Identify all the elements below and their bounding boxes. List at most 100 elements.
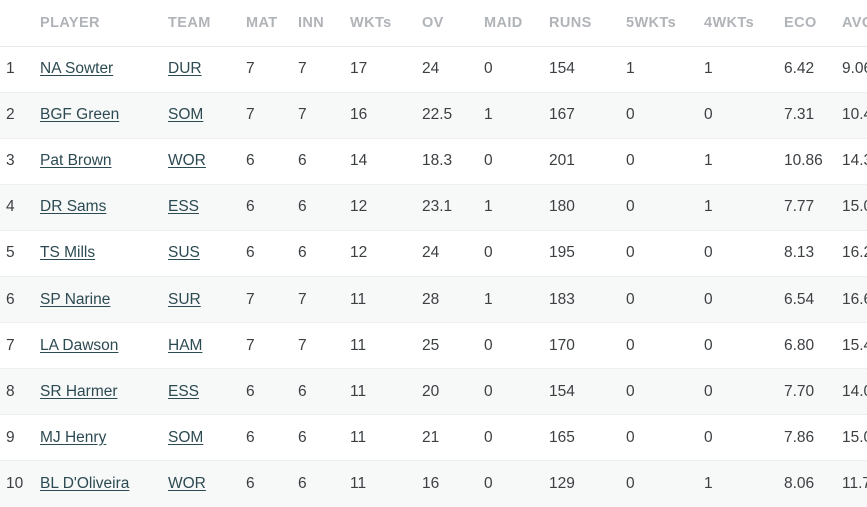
cell-runs: 154	[549, 368, 626, 416]
team-link[interactable]: ESS	[168, 383, 199, 400]
cell-eco: 7.31	[784, 92, 842, 139]
cell-ov: 24	[422, 46, 484, 93]
cell-avg: 15.45	[842, 322, 867, 370]
cell-fivew: 0	[626, 475, 635, 493]
table-row: 8SR HarmerESS6611200154007.7014.00	[0, 368, 867, 416]
cell-runs: 167	[549, 92, 626, 139]
cell-maid: 0	[484, 322, 549, 370]
cell-maid: 0	[484, 414, 549, 462]
table-row: 9MJ HenrySOM6611210165007.8615.00	[0, 414, 867, 462]
column-header-4wkts: 4WKTs	[704, 0, 784, 47]
cell-fivew: 0	[626, 230, 704, 277]
table-row: 4DR SamsESS661223.11180017.7715.00	[0, 184, 867, 231]
cell-inn: 6	[298, 368, 350, 416]
player-link[interactable]: SP Narine	[40, 291, 110, 308]
cell-player: NA Sowter	[40, 46, 168, 93]
cell-runs: 195	[549, 230, 626, 277]
cell-fivew: 1	[626, 46, 704, 93]
cell-ov: 24	[422, 230, 484, 277]
cell-fourw: 1	[704, 46, 784, 93]
player-link[interactable]: BL D'Oliveira	[40, 475, 129, 492]
cell-rank: 6	[0, 276, 40, 324]
player-link[interactable]: NA Sowter	[40, 60, 113, 77]
cell-mat: 7	[246, 322, 298, 370]
cell-runs: 180	[549, 184, 626, 231]
cell-inn: 6	[298, 414, 350, 462]
player-link[interactable]: TS Mills	[40, 244, 95, 261]
team-link[interactable]: HAM	[168, 337, 202, 354]
player-link[interactable]: LA Dawson	[40, 337, 118, 354]
team-link[interactable]: WOR	[168, 152, 206, 169]
cell-inn: 6	[298, 138, 350, 185]
cell-wkts: 12	[350, 230, 422, 277]
cell-inn: 7	[298, 276, 350, 324]
cell-avg: 15.00	[842, 414, 867, 462]
cell-fourw: 1	[704, 475, 713, 493]
player-link[interactable]: BGF Green	[40, 106, 119, 123]
cell-fourw: 0	[704, 230, 784, 277]
cell-fourw: 0	[704, 414, 784, 462]
cell-mat: 6	[246, 475, 255, 493]
cell-eco: 8.06	[784, 475, 815, 493]
table-row: 6SP NarineSUR7711281183006.5416.64	[0, 276, 867, 324]
cell-rank: 7	[0, 322, 40, 370]
player-link[interactable]: SR Harmer	[40, 383, 118, 400]
team-link[interactable]: SUS	[168, 244, 200, 261]
cell-team: SUS	[168, 230, 246, 277]
cell-team: DUR	[168, 46, 246, 93]
table-row: 7LA DawsonHAM7711250170006.8015.45	[0, 322, 867, 370]
cell-maid: 0	[484, 475, 493, 493]
player-link[interactable]: MJ Henry	[40, 429, 106, 446]
team-link[interactable]: ESS	[168, 198, 199, 215]
column-header-runs: RUNS	[549, 0, 626, 47]
cell-eco: 7.70	[784, 368, 842, 416]
cell-player: Pat Brown	[40, 138, 168, 185]
column-header-avg: AVG	[842, 0, 867, 47]
team-link[interactable]: DUR	[168, 60, 202, 77]
table-row: 10 BL D'Oliveira WOR 6 6 11 16 0 129 0 1 8.06 11.73	[0, 460, 867, 507]
cell-runs: 129	[549, 475, 575, 493]
cell-rank: 10	[6, 475, 24, 493]
cell-wkts: 14	[350, 138, 422, 185]
cell-player: BGF Green	[40, 92, 168, 139]
column-header-5wkts: 5WKTs	[626, 0, 704, 47]
cell-fivew: 0	[626, 138, 704, 185]
column-header-maid: MAID	[484, 0, 549, 47]
cell-fivew: 0	[626, 414, 704, 462]
cell-avg: 10.44	[842, 92, 867, 139]
table-row: 2BGF GreenSOM771622.51167007.3110.44	[0, 92, 867, 139]
player-link[interactable]: DR Sams	[40, 198, 106, 215]
column-header-ov: OV	[422, 0, 484, 47]
cell-wkts: 11	[350, 475, 367, 493]
cell-player: BL D'Oliveira	[40, 461, 168, 507]
cell-rank: 5	[0, 230, 40, 277]
team-link[interactable]: SOM	[168, 429, 203, 446]
cell-wkts: 11	[350, 368, 422, 416]
cell-team: ESS	[168, 184, 246, 231]
cell-rank: 3	[0, 138, 40, 185]
column-header-eco: ECO	[784, 0, 842, 47]
cell-fourw: 1	[704, 138, 784, 185]
cell-avg: 16.25	[842, 230, 867, 277]
team-link[interactable]: WOR	[168, 475, 206, 492]
player-link[interactable]: Pat Brown	[40, 152, 112, 169]
cell-wkts: 11	[350, 322, 422, 370]
cell-wkts: 12	[350, 184, 422, 231]
cell-runs: 201	[549, 138, 626, 185]
cell-rank: 4	[0, 184, 40, 231]
cell-wkts: 11	[350, 414, 422, 462]
cell-fourw: 0	[704, 322, 784, 370]
column-header-wkts: WKTs	[350, 0, 422, 47]
cell-fivew: 0	[626, 322, 704, 370]
cell-eco: 6.42	[784, 46, 842, 93]
cell-avg: 15.00	[842, 184, 867, 231]
cell-mat: 6	[246, 368, 298, 416]
cell-inn: 7	[298, 322, 350, 370]
cell-wkts: 11	[350, 276, 422, 324]
cell-rank: 9	[0, 414, 40, 462]
cell-mat: 6	[246, 138, 298, 185]
cell-maid: 1	[484, 276, 549, 324]
cell-player: LA Dawson	[40, 322, 168, 370]
team-link[interactable]: SOM	[168, 106, 203, 123]
team-link[interactable]: SUR	[168, 291, 201, 308]
